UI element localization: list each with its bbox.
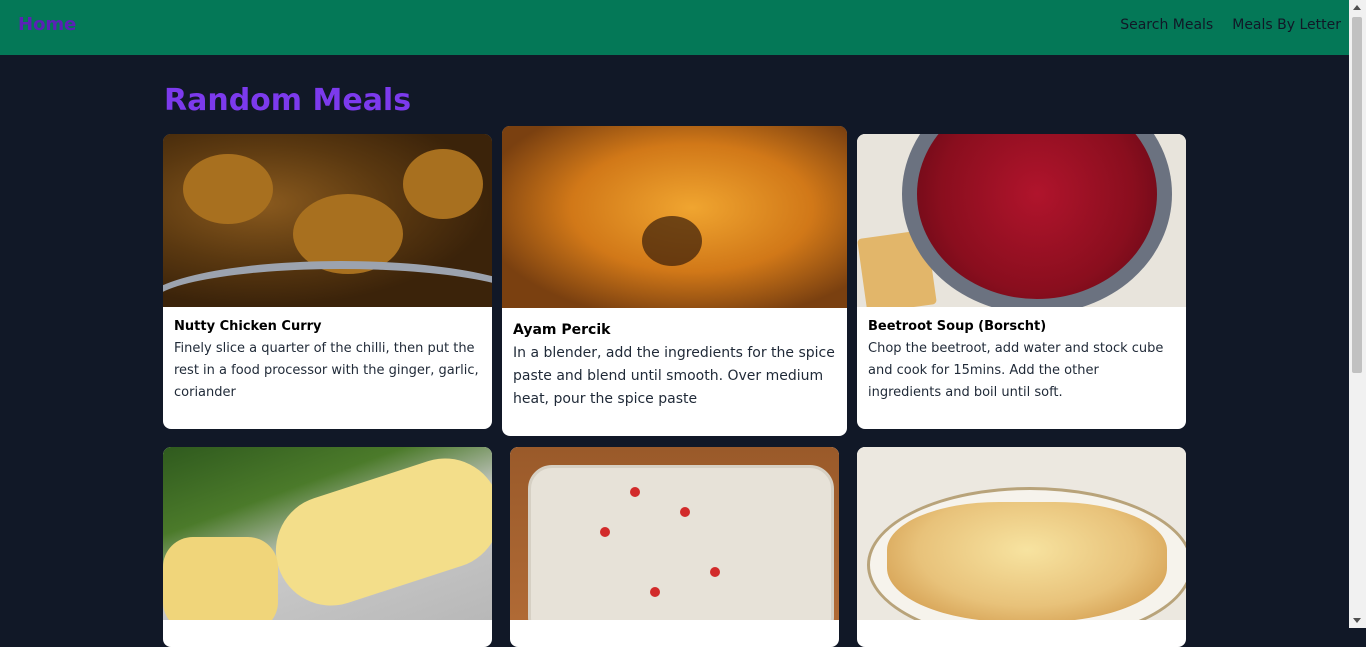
- meal-description: Finely slice a quarter of the chilli, th…: [174, 341, 479, 400]
- scrollbar-thumb[interactable]: [1352, 17, 1362, 373]
- meal-card[interactable]: [510, 447, 839, 647]
- meal-card-body: Beetroot Soup (Borscht) Chop the beetroo…: [857, 307, 1186, 416]
- meal-image: [163, 134, 492, 307]
- meal-card[interactable]: [857, 447, 1186, 647]
- meal-image: [510, 447, 839, 620]
- meal-card-body: Nutty Chicken Curry Finely slice a quart…: [163, 307, 492, 416]
- nav-meals-by-letter-link[interactable]: Meals By Letter: [1232, 17, 1341, 33]
- meal-card-body: [163, 620, 492, 647]
- meal-image: [502, 126, 847, 308]
- meal-card[interactable]: Nutty Chicken Curry Finely slice a quart…: [163, 134, 492, 429]
- page-title: Random Meals: [164, 83, 412, 118]
- meal-image: [857, 447, 1186, 620]
- scroll-up-arrow-icon[interactable]: [1353, 5, 1361, 10]
- meal-card[interactable]: Beetroot Soup (Borscht) Chop the beetroo…: [857, 134, 1186, 429]
- meal-image: [857, 134, 1186, 307]
- scroll-down-arrow-icon[interactable]: [1353, 618, 1361, 623]
- nav-search-meals-link[interactable]: Search Meals: [1120, 17, 1213, 33]
- meal-description: In a blender, add the ingredients for th…: [513, 345, 835, 407]
- meal-card[interactable]: [163, 447, 492, 647]
- meal-card-body: [857, 620, 1186, 647]
- meal-card[interactable]: Ayam Percik In a blender, add the ingred…: [502, 126, 847, 436]
- nav-home-link[interactable]: Home: [18, 14, 76, 35]
- meal-card-body: [510, 620, 839, 647]
- nav-links: Search Meals Meals By Letter: [1120, 17, 1341, 33]
- meal-image: [163, 447, 492, 620]
- vertical-scrollbar[interactable]: [1349, 0, 1366, 628]
- meal-title: Nutty Chicken Curry: [174, 319, 322, 334]
- navbar: Home Search Meals Meals By Letter: [0, 0, 1349, 55]
- meal-description: Chop the beetroot, add water and stock c…: [868, 341, 1164, 400]
- meal-title: Ayam Percik: [513, 322, 611, 338]
- meal-title: Beetroot Soup (Borscht): [868, 319, 1047, 334]
- meal-card-body: Ayam Percik In a blender, add the ingred…: [502, 308, 847, 425]
